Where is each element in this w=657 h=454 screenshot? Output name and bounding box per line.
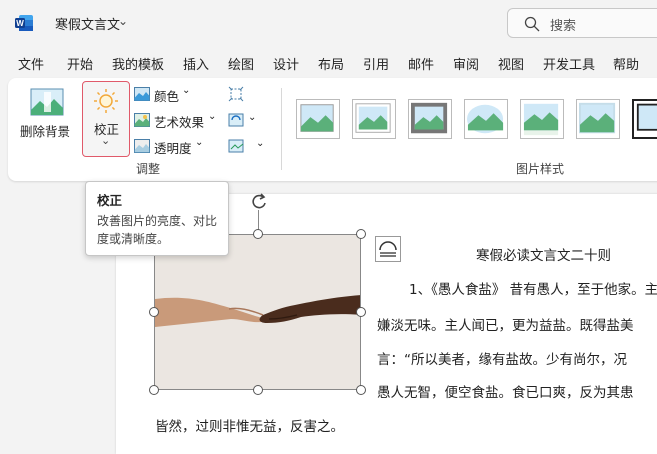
document-line: 嫌淡无味。主人闻已，更为益盐。既得盐美 <box>377 318 634 334</box>
chevron-down-icon: ⌄ <box>256 138 265 149</box>
menu-help[interactable]: 帮助 <box>613 54 639 73</box>
tooltip-title: 校正 <box>97 193 123 208</box>
picture-style-thumb-icon <box>636 103 657 131</box>
reset-picture-button[interactable]: ⌄ <box>228 138 268 156</box>
picture-style-thumb-icon <box>467 104 504 134</box>
group-label-adjust: 调整 <box>136 162 161 176</box>
transparency-label: 透明度 <box>154 141 192 156</box>
chevron-down-icon[interactable]: ⌄ <box>118 14 128 28</box>
document-title[interactable]: 寒假文言文 <box>55 14 120 33</box>
compress-icon <box>228 86 244 102</box>
artistic-effects-button[interactable]: 艺术效果 ⌄ <box>134 111 220 131</box>
resize-handle-s[interactable] <box>253 385 263 395</box>
chevron-down-icon: ⌄ <box>248 112 257 123</box>
menu-review[interactable]: 审阅 <box>453 54 479 73</box>
picture-style-thumb-icon <box>411 102 448 134</box>
chevron-down-icon: ⌄ <box>101 134 111 147</box>
layout-options-icon[interactable] <box>375 236 401 262</box>
search-box[interactable]: 搜索 <box>507 8 657 38</box>
menu-home[interactable]: 开始 <box>67 54 93 73</box>
picture-style-6[interactable] <box>576 99 620 139</box>
remove-background-icon <box>30 88 64 116</box>
document-line: 愚人无智，便空食盐。食已口爽，反为其患 <box>377 385 634 401</box>
change-picture-icon <box>228 113 244 127</box>
document-line: 皆然，过则非惟无益，反害之。 <box>155 419 344 435</box>
remove-background-button[interactable]: 删除背景 <box>18 84 74 154</box>
selected-picture[interactable] <box>154 234 361 390</box>
resize-handle-ne[interactable] <box>356 229 366 239</box>
picture-style-1[interactable] <box>296 99 340 139</box>
transparency-button[interactable]: 透明度 ⌄ <box>134 137 206 157</box>
menu-my-templates[interactable]: 我的模板 <box>112 54 164 73</box>
picture-style-thumb-icon <box>523 103 559 136</box>
menu-file[interactable]: 文件 <box>18 54 44 73</box>
resize-handle-w[interactable] <box>149 307 159 317</box>
sun-icon <box>94 89 118 113</box>
resize-handle-se[interactable] <box>356 385 366 395</box>
menu-view[interactable]: 视图 <box>498 54 524 73</box>
tooltip-body: 改善图片的亮度、对比度或清晰度。 <box>97 214 218 246</box>
menu-insert[interactable]: 插入 <box>183 54 209 73</box>
word-logo-icon[interactable]: W <box>14 13 34 33</box>
picture-style-thumb-icon <box>300 104 334 132</box>
document-heading: 寒假必读文言文二十则 <box>476 248 611 264</box>
search-icon <box>524 16 540 32</box>
menu-references[interactable]: 引用 <box>363 54 389 73</box>
color-icon <box>134 87 150 101</box>
menu-mailings[interactable]: 邮件 <box>408 54 434 73</box>
menu-draw[interactable]: 绘图 <box>228 54 254 73</box>
chevron-down-icon: ⌄ <box>208 111 217 122</box>
menu-design[interactable]: 设计 <box>273 54 299 73</box>
compress-pictures-button[interactable] <box>228 86 250 104</box>
color-button[interactable]: 颜色 ⌄ <box>134 85 196 105</box>
corrections-tooltip: 校正 改善图片的亮度、对比度或清晰度。 <box>85 181 229 256</box>
menu-layout[interactable]: 布局 <box>318 54 344 73</box>
remove-background-label: 删除背景 <box>20 124 71 139</box>
artistic-effects-icon <box>134 113 150 127</box>
menu-developer[interactable]: 开发工具 <box>543 54 595 73</box>
chevron-down-icon: ⌄ <box>195 137 204 148</box>
rotate-handle-icon[interactable] <box>248 192 270 212</box>
document-line: 言：“所以美者，缘有盐故。少有尚尔，况 <box>377 352 627 368</box>
picture-style-2[interactable] <box>352 99 396 139</box>
picture-style-3[interactable] <box>408 99 452 139</box>
corrections-button[interactable]: 校正 ⌄ <box>82 81 130 157</box>
resize-handle-e[interactable] <box>356 307 366 317</box>
picture-style-thumb-icon <box>355 103 391 133</box>
artistic-effects-label: 艺术效果 <box>154 115 205 130</box>
picture-style-5[interactable] <box>520 99 564 139</box>
title-bar: W 寒假文言文 ⌄ 搜索 <box>0 0 657 46</box>
transparency-icon <box>134 139 150 153</box>
resize-handle-sw[interactable] <box>149 385 159 395</box>
picture-style-7[interactable] <box>632 99 657 139</box>
chevron-down-icon: ⌄ <box>182 85 191 96</box>
group-label-picture-styles: 图片样式 <box>516 162 565 176</box>
color-label: 颜色 <box>154 89 180 104</box>
change-picture-button[interactable]: ⌄ <box>228 112 264 130</box>
picture-style-4[interactable] <box>464 99 508 139</box>
menu-bar: 文件 开始 我的模板 插入 绘图 设计 布局 引用 邮件 审阅 视图 开发工具 … <box>0 50 657 76</box>
hands-photo <box>155 235 360 389</box>
picture-style-thumb-icon <box>579 102 616 134</box>
resize-handle-n[interactable] <box>253 229 263 239</box>
document-line: 1、《愚人食盐》 昔有愚人，至于他家。主 <box>409 282 657 298</box>
svg-text:W: W <box>16 19 24 28</box>
group-separator <box>281 88 282 170</box>
reset-picture-icon <box>228 139 244 153</box>
search-placeholder: 搜索 <box>550 19 577 34</box>
